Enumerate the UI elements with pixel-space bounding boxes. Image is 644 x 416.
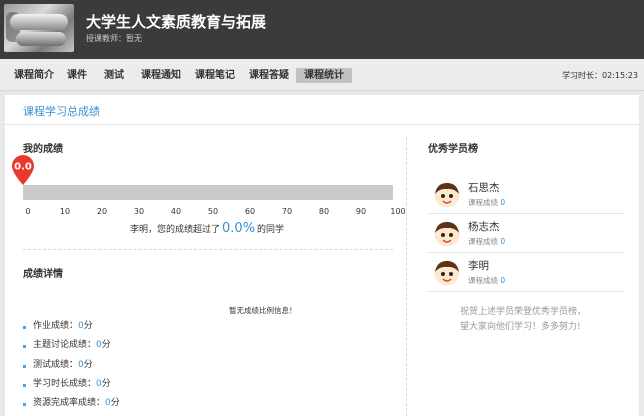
student-row[interactable]: 杨志杰 课程成绩 0 [428, 214, 624, 253]
top-students-list: 石思杰 课程成绩 0 杨志杰 课程成绩 0 李明 课程成绩 0 [428, 175, 624, 292]
student-row[interactable]: 石思杰 课程成绩 0 [428, 175, 624, 214]
scale-tick-label: 20 [96, 207, 108, 216]
scale-tick-label: 100 [390, 207, 406, 216]
student-name: 李明 [468, 260, 489, 272]
column-divider [406, 137, 407, 416]
tab-qa[interactable]: 课程答疑 [249, 68, 289, 83]
score-pin-icon: 0.0 [12, 155, 34, 185]
section-divider [23, 249, 393, 250]
my-score-title: 我的成绩 [23, 144, 63, 155]
scale-tick-label: 80 [318, 207, 330, 216]
detail-homework: 作业成绩：0分 [23, 317, 120, 336]
tab-notes[interactable]: 课程笔记 [195, 68, 235, 83]
teacher-label: 授课教师：暂无 [86, 34, 142, 43]
tab-course-intro[interactable]: 课程简介 [14, 68, 54, 83]
detail-discussion: 主题讨论成绩：0分 [23, 336, 120, 355]
score-panel: 课程学习总成绩 我的成绩 0.0 0 10 20 30 40 50 60 70 80 90 100 … [5, 95, 639, 416]
no-ratio-notice: 暂无成绩比例信息！ [229, 306, 297, 315]
congrats-line-2: 望大家向他们学习！多多努力! [460, 322, 581, 332]
score-detail-list: 作业成绩：0分 主题讨论成绩：0分 测试成绩：0分 学习时长成绩：0分 资源完成… [23, 317, 120, 413]
student-name: 石思杰 [468, 182, 500, 194]
student-avatar-icon [434, 260, 460, 286]
score-value: 0.0 [14, 162, 32, 173]
scale-tick-label: 90 [355, 207, 367, 216]
course-cover-image [4, 4, 74, 52]
congrats-line-1: 祝贺上述学员荣登优秀学员榜， [460, 307, 587, 317]
tab-courseware[interactable]: 课件 [67, 68, 87, 83]
exceed-prefix: 李明，您的成绩超过了 [130, 225, 221, 235]
tab-notices[interactable]: 课程通知 [141, 68, 181, 83]
course-nav: 课程简介 课件 测试 课程通知 课程笔记 课程答疑 课程统计 学习时长：02:1… [0, 59, 644, 91]
scale-tick-label: 10 [59, 207, 71, 216]
score-progress-bar [23, 185, 393, 200]
student-avatar-icon [434, 221, 460, 247]
scale-tick-label: 40 [170, 207, 182, 216]
exceed-suffix: 的同学 [257, 225, 285, 235]
student-score: 课程成绩 0 [468, 237, 506, 246]
course-header: 大学生人文素质教育与拓展 授课教师：暂无 [0, 0, 644, 59]
exceed-percent: 0.0% [222, 221, 256, 236]
tab-statistics[interactable]: 课程统计 [296, 68, 352, 83]
congrats-message: 祝贺上述学员荣登优秀学员榜， 望大家向他们学习！多多努力! [460, 305, 586, 335]
top-students-title: 优秀学员榜 [428, 144, 478, 155]
tab-test[interactable]: 测试 [104, 68, 124, 83]
student-row[interactable]: 李明 课程成绩 0 [428, 253, 624, 292]
student-avatar-icon [434, 182, 460, 208]
detail-test: 测试成绩：0分 [23, 356, 120, 375]
student-score: 课程成绩 0 [468, 276, 506, 285]
scale-tick-label: 0 [25, 207, 31, 216]
detail-study-time: 学习时长成绩：0分 [23, 375, 120, 394]
study-time: 学习时长：02:15:23 [562, 71, 638, 80]
exceed-summary: 李明，您的成绩超过了 0.0% 的同学 [130, 221, 284, 236]
scale-tick-label: 60 [244, 207, 256, 216]
student-name: 杨志杰 [468, 221, 500, 233]
panel-title: 课程学习总成绩 [23, 105, 100, 118]
panel-title-bar: 课程学习总成绩 [5, 95, 639, 125]
detail-resource-completion: 资源完成率成绩：0分 [23, 394, 120, 413]
scale-tick-label: 70 [281, 207, 293, 216]
course-title: 大学生人文素质教育与拓展 [86, 13, 267, 31]
score-details-title: 成绩详情 [23, 269, 63, 280]
student-score: 课程成绩 0 [468, 198, 506, 207]
scale-tick-label: 50 [207, 207, 219, 216]
scale-tick-label: 30 [133, 207, 145, 216]
